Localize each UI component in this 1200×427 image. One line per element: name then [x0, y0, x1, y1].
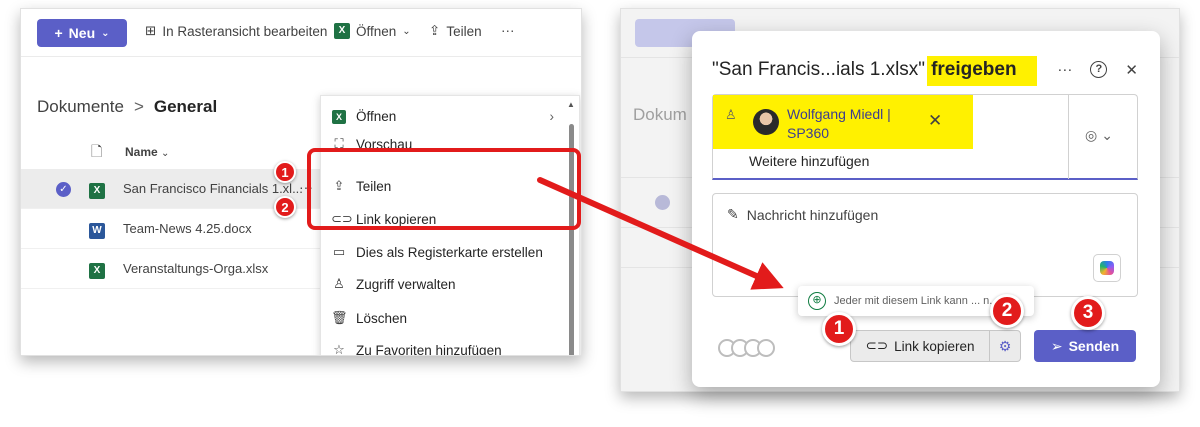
menu-item-open[interactable]: X Öffnen ›	[321, 100, 566, 132]
column-name-label: Name	[125, 145, 158, 159]
word-file-icon: W	[89, 221, 105, 239]
edit-icon: ✎	[727, 206, 739, 222]
column-name[interactable]: Name ⌄	[125, 145, 169, 159]
menu-item-label: Zugriff verwalten	[356, 276, 456, 292]
permission-divider	[1068, 95, 1069, 179]
excel-file-icon: X	[89, 181, 105, 199]
annotation-badge-3: 3	[1071, 296, 1105, 330]
open-label: Öffnen	[356, 23, 397, 39]
share-icon: ⇪	[429, 23, 441, 38]
breadcrumb-root[interactable]: Dokumente	[37, 97, 124, 116]
breadcrumb-current: General	[153, 97, 218, 116]
star-icon: ☆	[333, 342, 345, 356]
copilot-icon	[1100, 261, 1114, 275]
copilot-button[interactable]	[1093, 254, 1121, 282]
message-placeholder: ✎ Nachricht hinzufügen	[727, 206, 878, 223]
message-field[interactable]: ✎ Nachricht hinzufügen	[712, 193, 1138, 297]
add-more-input[interactable]: Weitere hinzufügen	[749, 153, 869, 169]
eye-icon: ◎	[1085, 127, 1102, 143]
message-placeholder-text: Nachricht hinzufügen	[746, 206, 879, 223]
more-icon[interactable]: ···	[1057, 61, 1072, 79]
share-label: Teilen	[446, 23, 482, 39]
person-icon: ♙	[725, 107, 737, 122]
excel-file-icon: X	[89, 261, 105, 279]
menu-item-delete[interactable]: 🗑 Löschen	[321, 302, 566, 334]
menu-item-label: Dies als Registerkarte erstellen	[356, 244, 543, 260]
avatar	[757, 339, 775, 357]
new-button[interactable]: + Neu ⌄	[37, 19, 127, 47]
column-header-row: 🗋 Name ⌄	[21, 137, 321, 167]
tab-icon: ▭	[332, 244, 346, 259]
avatar	[753, 109, 779, 135]
chevron-right-icon: ›	[549, 108, 555, 124]
share-button[interactable]: ⇪ Teilen	[429, 23, 482, 39]
chevron-down-icon: ⌄	[402, 25, 411, 37]
table-row[interactable]: X Veranstaltungs-Orga.xlsx	[21, 249, 321, 289]
permission-dropdown[interactable]: ◎⌄	[1085, 127, 1117, 144]
copy-link-label: Link kopieren	[894, 338, 975, 354]
grid-icon: ⊞	[145, 23, 157, 38]
open-button[interactable]: X Öffnen ⌄	[334, 23, 411, 39]
send-label: Senden	[1068, 338, 1120, 354]
link-icon: ⊂⊃	[865, 338, 889, 353]
annotation-highlight-box	[307, 148, 581, 230]
menu-item-label: Zu Favoriten hinzufügen	[356, 342, 502, 356]
excel-icon: X	[331, 108, 347, 124]
person-icon: ♙	[333, 276, 345, 291]
annotation-badge-2: 2	[990, 294, 1024, 328]
dialog-tools: ··· ? ✕	[1057, 61, 1138, 79]
chevron-down-icon: ⌄	[161, 148, 170, 159]
chevron-down-icon: ⌄	[1101, 127, 1117, 143]
person-chip[interactable]: ♙ Wolfgang Miedl | SP360 ✕	[713, 95, 973, 149]
command-bar: + Neu ⌄ ⊞ In Rasteransicht bearbeiten X …	[21, 9, 581, 57]
excel-icon: X	[334, 23, 350, 39]
file-name[interactable]: Veranstaltungs-Orga.xlsx	[123, 261, 268, 276]
scroll-up-icon[interactable]: ▲	[567, 100, 575, 109]
menu-item-add-tab[interactable]: ▭ Dies als Registerkarte erstellen	[321, 236, 566, 268]
background-check-icon	[655, 195, 670, 210]
trash-icon: 🗑	[331, 310, 348, 325]
dialog-title: "San Francis...ials 1.xlsx" freigeben	[712, 56, 1037, 86]
close-icon[interactable]: ✕	[1125, 61, 1138, 79]
checkmark-icon[interactable]: ✓	[56, 182, 71, 197]
menu-item-label: Löschen	[356, 310, 408, 326]
new-button-label: Neu	[68, 25, 96, 41]
annotation-badge-1: 1	[822, 312, 856, 346]
more-icon: ···	[501, 23, 515, 38]
send-icon: ➢	[1050, 337, 1063, 354]
annotation-badge-1: 1	[274, 161, 296, 183]
annotation-badge-2: 2	[274, 196, 296, 218]
file-name[interactable]: San Francisco Financials 1.xl...	[123, 181, 303, 196]
link-settings-button[interactable]: ⚙	[989, 330, 1021, 362]
tooltip-text: Jeder mit diesem Link kann ... n.	[834, 295, 993, 307]
menu-item-label: Öffnen	[356, 108, 397, 124]
remove-person-icon[interactable]: ✕	[928, 111, 942, 131]
more-button[interactable]: ···	[501, 23, 515, 38]
menu-item-add-favorite[interactable]: ☆ Zu Favoriten hinzufügen	[321, 334, 566, 356]
send-button[interactable]: ➢ Senden	[1034, 330, 1136, 362]
background-breadcrumb: Dokum	[633, 105, 687, 124]
gear-icon: ⚙	[998, 337, 1012, 354]
dialog-title-file: "San Francis...ials 1.xlsx"	[712, 59, 926, 80]
breadcrumb: Dokumente > General	[37, 97, 217, 117]
share-dialog: "San Francis...ials 1.xlsx" freigeben ···…	[692, 31, 1160, 387]
table-row[interactable]: W Team-News 4.25.docx	[21, 209, 321, 249]
copy-link-button[interactable]: ⊂⊃ Link kopieren	[850, 330, 990, 362]
chevron-down-icon: ⌄	[101, 27, 110, 39]
people-picker[interactable]: ♙ Wolfgang Miedl | SP360 ✕ Weitere hinzu…	[712, 94, 1138, 180]
grid-view-label: In Rasteransicht bearbeiten	[162, 23, 328, 39]
dialog-title-action: freigeben	[927, 56, 1037, 86]
grid-view-button[interactable]: ⊞ In Rasteransicht bearbeiten	[145, 23, 327, 39]
globe-icon: ⊕	[808, 292, 826, 310]
shared-with-avatars[interactable]	[718, 339, 775, 357]
help-icon[interactable]: ?	[1090, 61, 1108, 78]
file-type-icon: 🗋	[91, 143, 103, 159]
person-name: Wolfgang Miedl | SP360	[787, 106, 891, 141]
menu-item-manage-access[interactable]: ♙ Zugriff verwalten	[321, 268, 566, 300]
file-name[interactable]: Team-News 4.25.docx	[123, 221, 252, 236]
plus-icon: +	[54, 25, 63, 41]
breadcrumb-separator: >	[133, 97, 144, 116]
